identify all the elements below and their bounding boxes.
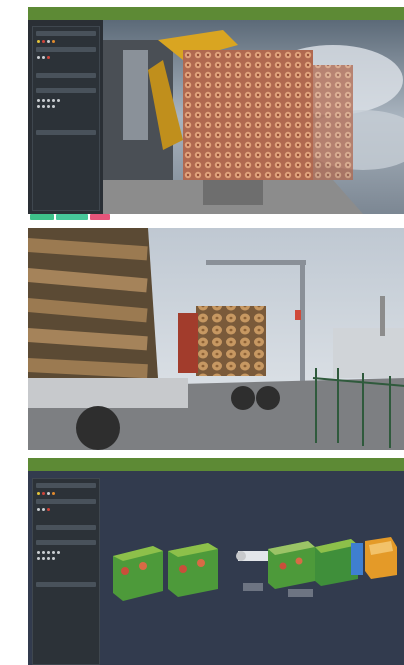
model-viewport[interactable] [103,471,404,665]
sidebar-section[interactable] [36,88,96,93]
sidebar-header [36,483,96,488]
log-stack [196,306,266,376]
sidebar-section[interactable] [36,499,96,504]
tool-icon[interactable] [52,557,55,560]
legend-dot-icon [52,492,55,495]
tool-icon[interactable] [42,551,45,554]
option-icon[interactable] [42,56,45,59]
log-stack [313,65,353,180]
option-row [37,508,95,511]
truck-photo [28,228,404,450]
legend-dot-icon [37,40,40,43]
building [333,328,404,378]
tool-icon[interactable] [37,557,40,560]
photo-image [28,228,404,450]
chimney [380,296,385,336]
tool-icon[interactable] [57,551,60,554]
tool-icon[interactable] [42,99,45,102]
option-row [37,56,95,59]
action-button[interactable] [90,214,110,220]
sidebar-section[interactable] [36,525,96,530]
scanner-gate-post [300,260,305,400]
tool-icon[interactable] [52,551,55,554]
sidebar-section[interactable] [36,130,96,135]
truck-wheel [256,386,280,410]
legend-dot-icon [42,492,45,495]
tool-icon[interactable] [47,99,50,102]
window-titlebar [28,458,404,471]
legend-dot-icon [47,40,50,43]
tool-icon[interactable] [47,105,50,108]
tool-icon[interactable] [42,105,45,108]
scan-view-panel [28,7,404,214]
sidebar-header [36,31,96,36]
log-bundle-model [113,546,163,601]
concrete-block [203,180,263,205]
option-icon[interactable] [37,56,40,59]
window-titlebar [28,7,404,20]
tool-icon[interactable] [47,551,50,554]
tool-icon[interactable] [37,551,40,554]
sidebar-section[interactable] [36,73,96,78]
model-view-panel [28,458,404,665]
truck-wheel [231,386,255,410]
legend-dot-icon [37,492,40,495]
truck-cab-window [123,50,148,140]
truck-wheel [76,406,120,450]
option-icon[interactable] [47,56,50,59]
sidebar-section[interactable] [36,47,96,52]
color-legend [37,492,95,495]
tool-icon[interactable] [52,99,55,102]
sidebar-section[interactable] [36,582,96,587]
control-sidebar [32,26,100,211]
tool-row [37,557,95,560]
action-button[interactable] [30,214,54,220]
tool-row [37,551,95,554]
option-icon[interactable] [37,508,40,511]
tool-icon[interactable] [37,99,40,102]
legend-dot-icon [47,492,50,495]
action-button[interactable] [56,214,88,220]
scan-viewport[interactable] [103,20,404,214]
sidebar-section[interactable] [36,540,96,545]
tool-icon[interactable] [52,105,55,108]
tool-icon[interactable] [42,557,45,560]
scanner-sign [295,310,301,320]
scanner-gate-top [206,260,306,265]
option-icon[interactable] [47,508,50,511]
log-stack [183,50,313,190]
tool-icon[interactable] [37,105,40,108]
control-sidebar [32,478,100,665]
log-bundle-model [168,543,218,597]
tool-row [37,105,95,108]
tool-icon[interactable] [47,557,50,560]
tool-row [37,99,95,102]
legend-dot-icon [42,40,45,43]
crane [178,313,198,373]
tool-icon[interactable] [57,99,60,102]
truck-chassis [28,378,188,408]
option-icon[interactable] [42,508,45,511]
color-legend [37,40,95,43]
legend-dot-icon [52,40,55,43]
action-bar [30,214,110,220]
